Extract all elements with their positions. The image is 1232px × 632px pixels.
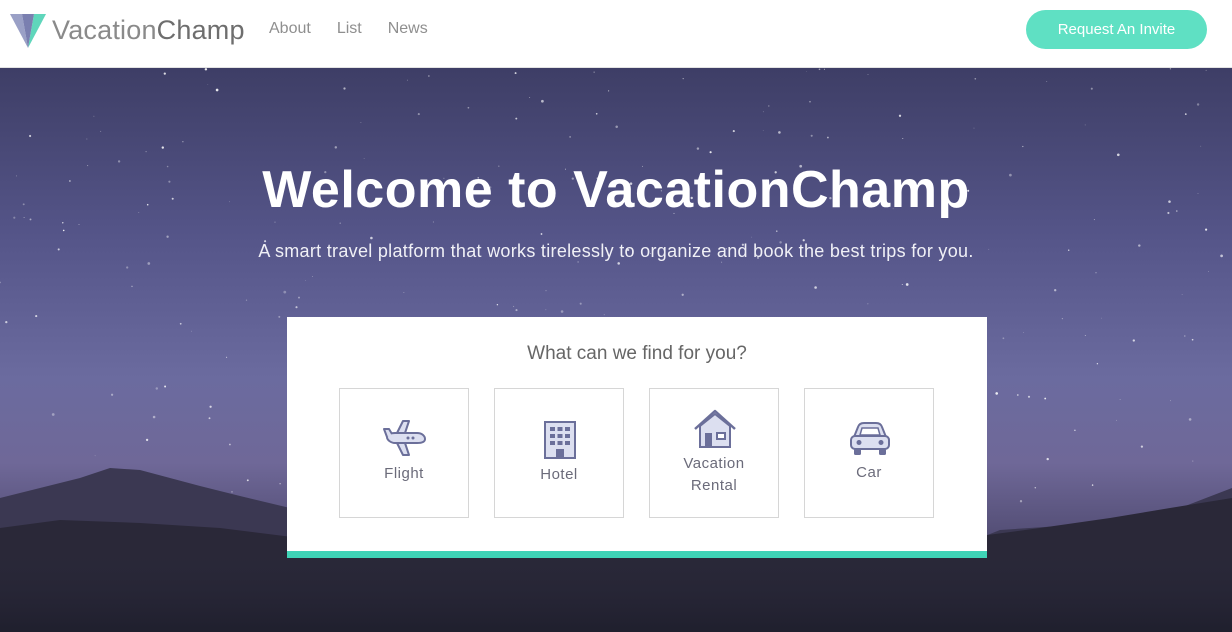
option-vacation-rental[interactable]: Vacation Rental xyxy=(649,388,779,518)
logo-text-strong: Champ xyxy=(156,14,245,45)
option-hotel[interactable]: Hotel xyxy=(494,388,624,518)
option-vacation-rental-label-line2: Rental xyxy=(690,477,738,494)
option-flight-label: Flight xyxy=(384,465,424,482)
search-card-title: What can we find for you? xyxy=(527,343,747,364)
logo[interactable]: VacationChamp xyxy=(8,10,245,50)
logo-text: VacationChamp xyxy=(52,15,245,46)
hero-subtitle: A smart travel platform that works tirel… xyxy=(258,241,974,261)
option-vacation-rental-label-line1: Vacation xyxy=(683,455,745,472)
option-car-label: Car xyxy=(856,464,882,481)
logo-text-light: Vacation xyxy=(52,14,157,45)
search-card: What can we find for you? Flight Hotel V… xyxy=(287,317,987,558)
nav-list[interactable]: List xyxy=(337,20,362,38)
house-icon xyxy=(694,409,736,448)
top-header: VacationChamp About List News Request An… xyxy=(0,0,1232,68)
hero-section: Welcome to VacationChamp A smart travel … xyxy=(0,68,1232,632)
airplane-icon xyxy=(383,420,427,456)
vacationchamp-logo-icon xyxy=(10,14,46,48)
car-icon xyxy=(850,422,890,455)
main-nav: About List News xyxy=(269,20,454,38)
option-hotel-label: Hotel xyxy=(540,466,578,483)
nav-news[interactable]: News xyxy=(388,20,428,38)
option-vacation-rental-label: Vacation Rental xyxy=(650,453,778,497)
option-car[interactable]: Car xyxy=(804,388,934,518)
option-flight[interactable]: Flight xyxy=(339,388,469,518)
hero-title: Welcome to VacationChamp xyxy=(262,161,970,219)
hotel-building-icon xyxy=(544,421,576,459)
nav-about[interactable]: About xyxy=(269,20,311,38)
request-invite-button[interactable]: Request An Invite xyxy=(1026,10,1207,49)
